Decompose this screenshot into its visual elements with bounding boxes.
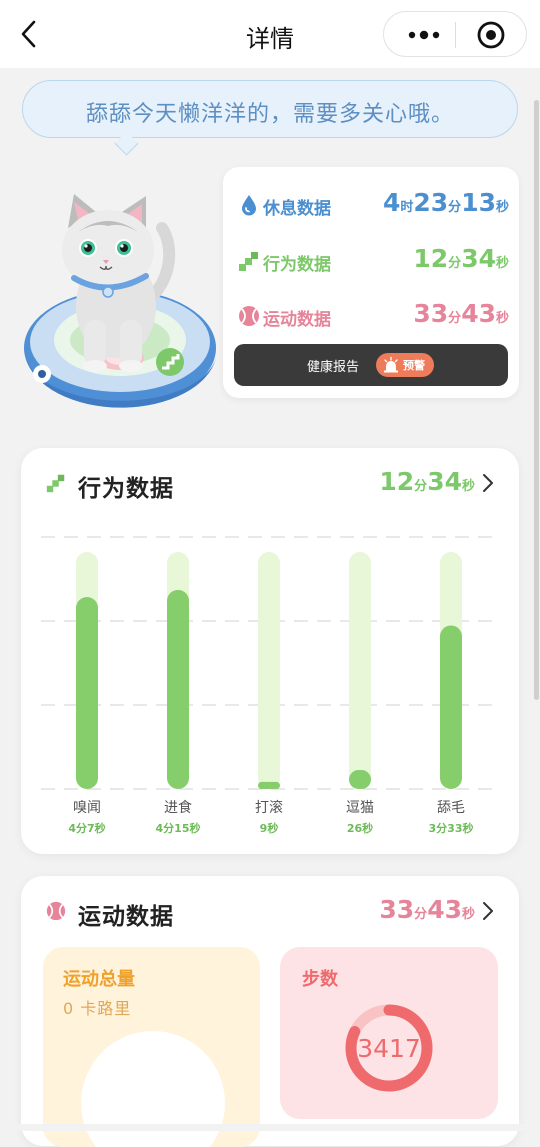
warning-badge-label: 预警	[403, 359, 425, 372]
bar-value-label: 3分33秒	[428, 822, 474, 835]
bar-category-label: 逗猫	[346, 800, 374, 816]
sport-data-row[interactable]: 运动数据 33分43秒	[223, 298, 519, 334]
bar-0	[76, 597, 98, 789]
behavior-card-total: 12分34秒	[379, 467, 475, 496]
bar-track-3	[349, 552, 371, 789]
calories-panel[interactable]: 运动总量 0 卡路里	[43, 947, 260, 1147]
rest-data-label: 休息数据	[263, 199, 331, 219]
behavior-data-card: 行为数据 12分34秒 嗅闻 4分7秒 进食 4分15秒 打滚 9秒 逗猫 26秒 舔毛 3分33…	[21, 448, 519, 854]
scrollbar[interactable]	[534, 100, 539, 700]
behavior-data-label: 行为数据	[263, 255, 331, 275]
calories-title: 运动总量	[63, 969, 135, 990]
steps-title: 步数	[302, 969, 338, 990]
health-report-label: 健康报告	[307, 360, 360, 375]
bar-value-label: 4分7秒	[68, 822, 106, 835]
navigation-bar: 详情	[0, 0, 540, 68]
sport-data-value: 33分43秒	[413, 299, 509, 328]
bar-1	[167, 589, 189, 789]
chevron-right-icon[interactable]	[481, 900, 495, 922]
alarm-light-icon	[384, 356, 398, 373]
behavior-data-row[interactable]: 行为数据 12分34秒	[223, 243, 519, 279]
bar-3	[349, 770, 371, 789]
bar-value-label: 9秒	[259, 822, 279, 835]
sleep-icon	[33, 365, 51, 383]
calories-value: 0 卡路里	[63, 999, 132, 1018]
behavior-badge-icon	[156, 348, 184, 376]
rest-data-value: 4时23分13秒	[382, 188, 509, 217]
behavior-bar-chart	[41, 536, 497, 790]
bar-category-label: 进食	[164, 800, 192, 816]
water-drop-icon	[242, 195, 256, 216]
behavior-data-value: 12分34秒	[413, 244, 509, 273]
sport-card-total: 33分43秒	[379, 895, 475, 924]
behavior-card-title: 行为数据	[78, 476, 174, 502]
bar-value-label: 4分15秒	[155, 822, 201, 835]
bar-value-label: 26秒	[346, 822, 374, 835]
warning-badge: 预警	[376, 353, 434, 377]
steps-value: 3417	[357, 1034, 421, 1063]
bar-2	[258, 781, 280, 789]
tennis-ball-icon	[46, 901, 66, 921]
chevron-right-icon[interactable]	[481, 472, 495, 494]
mood-text: 舔舔今天懒洋洋的，需要多关心哦。	[85, 102, 454, 127]
tennis-ball-icon	[239, 306, 259, 326]
health-report-button[interactable]: 健康报告 预警	[234, 344, 508, 386]
sport-data-card: 运动数据 33分43秒 运动总量 0 卡路里 步数 3417	[21, 876, 519, 1147]
more-options-icon[interactable]	[400, 20, 448, 50]
behavior-steps-icon	[46, 474, 65, 493]
bar-category-label: 嗅闻	[73, 800, 101, 816]
close-miniprogram-icon[interactable]	[474, 18, 508, 52]
bar-category-label: 打滚	[255, 800, 283, 816]
mood-speech-bubble: 舔舔今天懒洋洋的，需要多关心哦。	[22, 80, 518, 138]
behavior-steps-icon	[239, 252, 258, 271]
sport-card-title: 运动数据	[78, 904, 174, 930]
mini-program-capsule	[383, 11, 527, 57]
bottom-edge	[0, 1124, 540, 1131]
bar-track-2	[258, 552, 280, 789]
bar-4	[440, 625, 462, 789]
sport-data-label: 运动数据	[263, 310, 331, 330]
rest-data-row[interactable]: 休息数据 4时23分13秒	[223, 187, 519, 223]
bar-category-label: 舔毛	[437, 800, 465, 816]
steps-panel[interactable]: 步数 3417	[280, 947, 498, 1119]
cat-avatar-illustration	[24, 194, 216, 408]
capsule-divider	[455, 22, 456, 48]
stats-summary-card: 休息数据 4时23分13秒 行为数据 12分34秒 运动数据 33分43秒 健康…	[223, 167, 519, 398]
